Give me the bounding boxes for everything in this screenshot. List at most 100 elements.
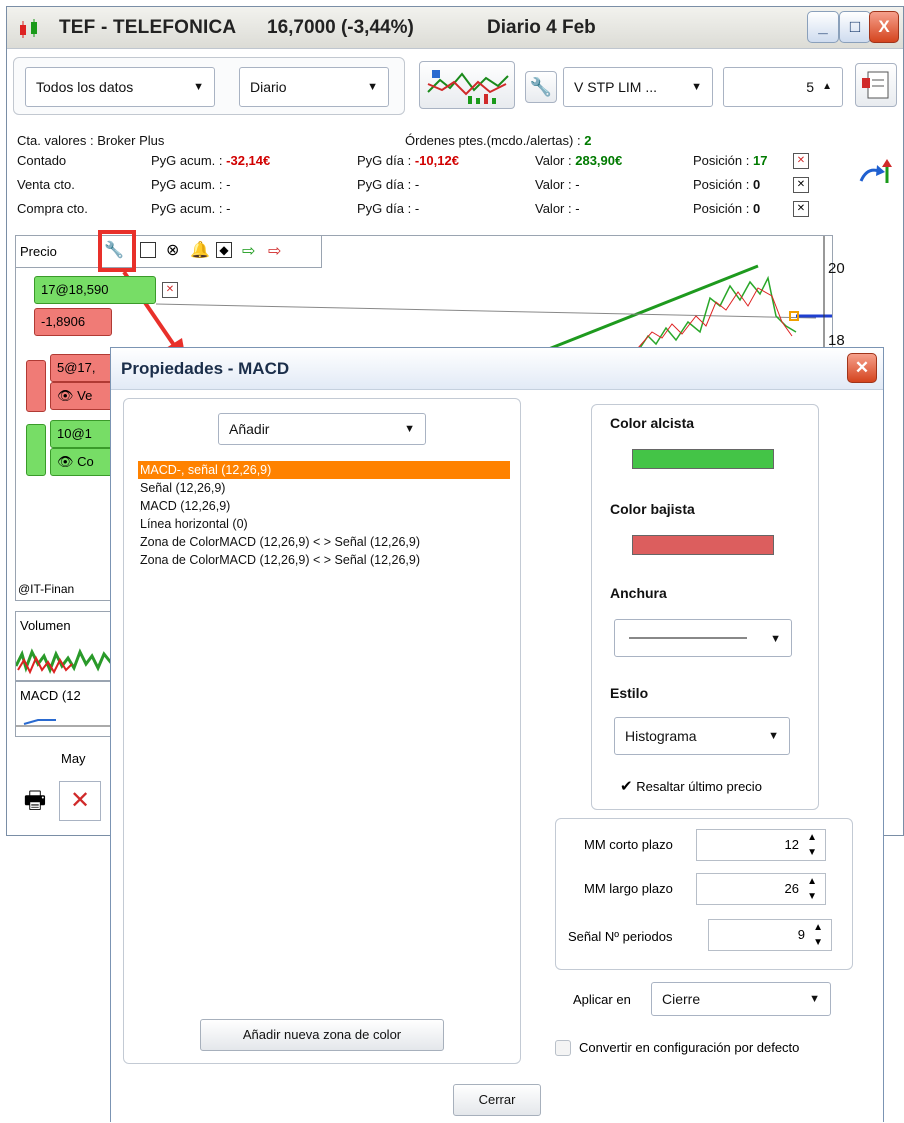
valor-label: Valor : (535, 177, 572, 192)
row-name: Compra cto. (17, 201, 88, 216)
close-window-button[interactable]: X (869, 11, 899, 43)
volume-bars (16, 648, 114, 675)
dialog-body: Añadir ▼ MACD-, señal (12,26,9) Señal (12… (111, 390, 883, 1123)
series-panel: Añadir ▼ MACD-, señal (12,26,9) Señal (12… (123, 398, 521, 1064)
apply-on-value: Cierre (662, 991, 701, 1007)
posicion-label: Posición : (693, 153, 750, 168)
list-item[interactable]: Señal (12,26,9) (138, 479, 510, 497)
style-dropdown[interactable]: Histograma ▼ (614, 717, 790, 755)
highlight-frame (98, 230, 136, 272)
pyg-acum: PyG acum. : - (151, 201, 231, 216)
order-sheet-icon (862, 71, 889, 99)
print-icon[interactable]: 🖶 (17, 783, 53, 819)
buy-order-handle[interactable] (26, 424, 46, 476)
apply-on-label: Aplicar en (573, 992, 631, 1007)
window-title: TEF - TELEFONICA (59, 17, 237, 38)
color-down-label: Color bajista (610, 501, 695, 517)
reverse-position-icon[interactable] (857, 159, 893, 189)
close-position-icon[interactable]: ✕ (793, 177, 809, 193)
export-red-icon[interactable]: ⇨ (268, 241, 281, 261)
chevron-down-icon: ▼ (809, 993, 820, 1005)
highlight-last-price-option[interactable]: ✔ Resaltar último precio (620, 777, 762, 795)
posicion: Posición : 0 (693, 201, 760, 216)
list-item[interactable]: Zona de ColorMACD (12,26,9) < > Señal (1… (138, 551, 510, 569)
stepper-arrows-icon[interactable]: ▲ ▼ (813, 920, 823, 950)
posicion-label: Posición : (693, 177, 750, 192)
stepper-arrows-icon[interactable]: ▲ ▼ (807, 830, 817, 860)
interval-dropdown-value: Diario (250, 79, 287, 95)
pending-orders-label: Órdenes ptes.(mcdo./alertas) : 2 (405, 133, 591, 148)
pyg-acum-value: -32,14€ (226, 153, 271, 168)
add-color-zone-button[interactable]: Añadir nueva zona de color (200, 1019, 444, 1051)
pending-orders-text: Órdenes ptes.(mcdo./alertas) : (405, 133, 581, 148)
valor-label: Valor : (535, 201, 572, 216)
minimize-button[interactable]: _ (807, 11, 839, 43)
valor: Valor : 283,90€ (535, 153, 622, 168)
posicion-value: 0 (753, 177, 761, 192)
color-up-label: Color alcista (610, 415, 695, 431)
delete-drawings-icon[interactable]: ✕ (59, 781, 101, 821)
add-dropdown-value: Añadir (229, 421, 270, 437)
window-period: Diario 4 Feb (487, 17, 596, 38)
close-position-icon[interactable]: ✕ (793, 153, 809, 169)
buy-order-view-text: Co (77, 454, 94, 469)
maximize-button[interactable]: □ (839, 11, 871, 43)
title-bar: TEF - TELEFONICA 16,7000 (-3,44%) Diario… (7, 7, 903, 49)
pyg-dia: PyG día : - (357, 201, 419, 216)
x-axis-label: May (61, 751, 86, 766)
stepper-arrows-icon: ▲ (822, 81, 832, 92)
style-panel: Color alcista Color bajista Anchura ▼ Es… (591, 404, 819, 810)
stepper-arrows-icon[interactable]: ▲ ▼ (807, 874, 817, 904)
sell-order-handle[interactable] (26, 360, 46, 412)
list-item[interactable]: MACD-, señal (12,26,9) (138, 461, 510, 479)
range-dropdown-value: Todos los datos (36, 79, 134, 95)
default-config-checkbox[interactable] (555, 1040, 571, 1056)
close-button[interactable]: Cerrar (453, 1084, 541, 1116)
chevron-down-icon: ▼ (367, 81, 378, 93)
range-dropdown[interactable]: Todos los datos ▼ (25, 67, 215, 107)
color-up-swatch[interactable] (632, 449, 774, 469)
mm-long-stepper[interactable]: 26 ▲ ▼ (696, 873, 826, 905)
posicion: Posición : 17 (693, 153, 767, 168)
order-type-value: V STP LIM ... (574, 79, 657, 95)
checkmark-icon: ✔ (620, 778, 633, 795)
bell-icon[interactable]: 🔔 (190, 240, 210, 260)
mm-short-label: MM corto plazo (584, 837, 673, 852)
valor: Valor : - (535, 201, 580, 216)
pyg-acum: PyG acum. : -32,14€ (151, 153, 270, 168)
cancel-order-icon[interactable]: ✕ (162, 282, 178, 298)
color-down-swatch[interactable] (632, 535, 774, 555)
interval-dropdown[interactable]: Diario ▼ (239, 67, 389, 107)
chart-type-button[interactable] (419, 61, 515, 109)
export-green-icon[interactable]: ⇨ (242, 241, 255, 261)
broker-label: Cta. valores : Broker Plus (17, 133, 165, 148)
order-type-dropdown[interactable]: V STP LIM ... ▼ (563, 67, 713, 107)
pyg-dia-value: - (414, 201, 420, 216)
series-list: MACD-, señal (12,26,9) Señal (12,26,9) M… (138, 461, 510, 999)
order-label-buy[interactable]: 17@18,590 (34, 276, 156, 304)
chart-panel-label: Precio (20, 244, 57, 259)
eye-icon: 👁 (57, 454, 74, 469)
wrench-icon[interactable]: 🔧 (525, 71, 557, 103)
move-icon[interactable]: ◆ (216, 242, 232, 258)
list-item[interactable]: Línea horizontal (0) (138, 515, 510, 533)
signal-periods-stepper[interactable]: 9 ▲ ▼ (708, 919, 832, 951)
close-position-icon[interactable]: ✕ (793, 201, 809, 217)
chevron-down-icon: ▼ (404, 423, 415, 435)
macd-line (16, 719, 116, 727)
mm-short-stepper[interactable]: 12 ▲ ▼ (696, 829, 826, 861)
quantity-stepper[interactable]: 5 ▲ (723, 67, 843, 107)
close-dialog-button[interactable]: ✕ (847, 353, 877, 383)
pending-orders-count: 2 (584, 133, 592, 148)
order-pnl-label: -1,8906 (34, 308, 112, 336)
close-circle-icon[interactable]: ⊗ (166, 240, 179, 260)
window-icon[interactable] (140, 242, 156, 258)
chevron-down-icon: ▼ (691, 81, 702, 93)
list-item[interactable]: Zona de ColorMACD (12,26,9) < > Señal (1… (138, 533, 510, 551)
apply-on-dropdown[interactable]: Cierre ▼ (651, 982, 831, 1016)
order-ticket-button[interactable] (855, 63, 897, 107)
add-dropdown[interactable]: Añadir ▼ (218, 413, 426, 445)
valor: Valor : - (535, 177, 580, 192)
line-width-dropdown[interactable]: ▼ (614, 619, 792, 657)
list-item[interactable]: MACD (12,26,9) (138, 497, 510, 515)
